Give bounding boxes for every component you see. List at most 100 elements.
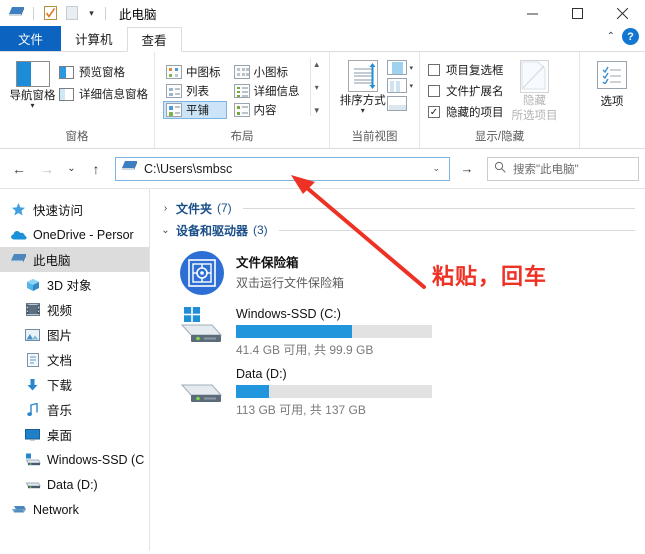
sidebar-item-quick-access[interactable]: 快速访问 — [0, 197, 149, 222]
maximize-button[interactable] — [555, 0, 600, 26]
window-title: 此电脑 — [119, 7, 157, 22]
chevron-down-icon[interactable]: ▾ — [409, 82, 413, 90]
hidden-items-option[interactable]: ✓ 隐藏的项目 — [428, 104, 504, 120]
search-placeholder: 搜索"此电脑" — [513, 163, 579, 176]
scroll-down-icon[interactable]: ▾ — [315, 83, 319, 93]
chevron-up-icon[interactable]: ⌃ — [607, 31, 615, 42]
chevron-down-icon[interactable]: ▾ — [361, 107, 365, 115]
file-list-pane[interactable]: › 文件夹 (7) ⌄ 设备和驱动器 (3) 文件保险箱 双击运行文件保险箱 W… — [150, 189, 645, 551]
sidebar-item-network[interactable]: Network — [0, 497, 149, 522]
checkbox-unchecked-icon[interactable] — [428, 85, 440, 97]
chevron-right-icon[interactable]: › — [160, 203, 171, 214]
sidebar-item-pictures[interactable]: 图片 — [0, 322, 149, 347]
sidebar-item-desktop[interactable]: 桌面 — [0, 422, 149, 447]
sidebar-item-windows-ssd[interactable]: Windows-SSD (C — [0, 447, 149, 472]
file-explorer-window: ▾ 此电脑 文件 计算机 查看 ⌃ ? 导航窗格 ▾ 预览窗格 详细信息窗格 窗… — [0, 0, 645, 551]
sidebar-label: 快速访问 — [33, 204, 84, 218]
tiles-icon — [166, 102, 182, 117]
chevron-down-icon[interactable]: ⌄ — [427, 163, 445, 174]
sidebar-item-this-pc[interactable]: 此电脑 — [0, 247, 149, 272]
view-details[interactable]: 详细信息 — [231, 82, 306, 100]
chevron-down-icon[interactable]: ⌄ — [160, 225, 171, 236]
sidebar-item-data-drive[interactable]: Data (D:) — [0, 472, 149, 497]
group-header-devices[interactable]: ⌄ 设备和驱动器 (3) — [160, 219, 645, 241]
sidebar-label: 文档 — [47, 354, 73, 368]
navigation-pane-icon — [15, 61, 50, 87]
help-button[interactable]: ? — [622, 28, 639, 45]
ribbon-group-layout-label: 布局 — [230, 131, 254, 143]
sidebar-item-documents[interactable]: 文档 — [0, 347, 149, 372]
scroll-up-icon[interactable]: ▲ — [313, 60, 321, 70]
capacity-bar-fill — [236, 325, 352, 338]
downloads-icon — [24, 376, 41, 393]
view-medium-icons[interactable]: 中图标 — [163, 63, 227, 81]
ribbon-group-current-view-label: 当前视图 — [351, 131, 398, 143]
view-medium-icons-label: 中图标 — [186, 66, 221, 79]
list-item[interactable]: Data (D:) 113 GB 可用, 共 137 GB — [160, 360, 645, 420]
item-title: 文件保险箱 — [236, 256, 299, 270]
sidebar-item-downloads[interactable]: 下载 — [0, 372, 149, 397]
star-icon — [10, 201, 27, 218]
sidebar-item-videos[interactable]: 视频 — [0, 297, 149, 322]
sidebar-item-onedrive[interactable]: OneDrive - Persor — [0, 222, 149, 247]
sidebar-item-3d-objects[interactable]: 3D 对象 — [0, 272, 149, 297]
list-item[interactable]: Windows-SSD (C:) 41.4 GB 可用, 共 99.9 GB — [160, 300, 645, 360]
size-all-columns-button[interactable]: ▾ — [387, 78, 413, 93]
tab-file[interactable]: 文件 — [0, 26, 62, 51]
back-button[interactable]: ← — [6, 156, 32, 182]
show-hide-checkbox-list: 项目复选框 文件扩展名 ✓ 隐藏的项目 — [428, 58, 504, 120]
capacity-bar — [236, 385, 432, 398]
sort-by-icon — [347, 60, 378, 92]
preview-pane-button[interactable]: 预览窗格 — [59, 64, 148, 80]
new-folder-icon[interactable] — [63, 4, 81, 22]
options-icon — [597, 61, 627, 89]
details-pane-button[interactable]: 详细信息窗格 — [59, 86, 148, 102]
tab-computer[interactable]: 计算机 — [61, 26, 127, 51]
scroll-more-icon[interactable]: ▼ — [313, 106, 321, 116]
list-item[interactable]: 文件保险箱 双击运行文件保险箱 — [160, 241, 645, 300]
grid-icon — [387, 96, 408, 111]
chevron-down-icon[interactable]: ▾ — [30, 102, 34, 110]
view-list[interactable]: 列表 — [163, 82, 227, 100]
hide-selected-items-button: 隐藏 所选项目 — [504, 58, 566, 123]
sidebar-label: 音乐 — [47, 404, 73, 418]
view-tiles[interactable]: 平铺 — [163, 100, 227, 119]
up-button[interactable]: ↑ — [83, 156, 109, 182]
drive-icon — [24, 476, 41, 493]
properties-icon[interactable] — [41, 4, 59, 22]
view-small-icons[interactable]: 小图标 — [231, 63, 306, 81]
network-icon — [10, 501, 27, 518]
recent-locations-button[interactable]: ⌄ — [62, 156, 81, 182]
checkbox-checked-icon[interactable]: ✓ — [428, 106, 440, 118]
view-content[interactable]: 内容 — [231, 101, 306, 119]
view-gallery-scrollbar[interactable]: ▲ ▾ ▼ — [309, 58, 324, 116]
chevron-down-icon[interactable]: ▾ — [85, 4, 98, 22]
tab-view[interactable]: 查看 — [126, 27, 182, 52]
file-extensions-option[interactable]: 文件扩展名 — [428, 83, 504, 99]
current-view-extra-button[interactable] — [387, 96, 413, 111]
qat-separator-2 — [105, 6, 106, 20]
address-path-input[interactable]: C:\Users\smbsc ⌄ — [115, 156, 450, 181]
minimize-button[interactable] — [510, 0, 555, 26]
sort-by-button[interactable]: 排序方式 ▾ — [338, 58, 387, 115]
ribbon-group-panes: 导航窗格 ▾ 预览窗格 详细信息窗格 窗格 — [0, 52, 155, 148]
sidebar-label: 视频 — [47, 304, 73, 318]
ribbon-tab-strip: 文件 计算机 查看 ⌃ ? — [0, 26, 645, 52]
sidebar-item-music[interactable]: 音乐 — [0, 397, 149, 422]
group-header-folders[interactable]: › 文件夹 (7) — [160, 197, 645, 219]
medium-icons-icon — [166, 64, 182, 79]
item-checkboxes-option[interactable]: 项目复选框 — [428, 62, 504, 78]
sidebar-label: Windows-SSD (C — [47, 452, 145, 467]
add-columns-button[interactable]: ▾ — [387, 60, 413, 75]
close-button[interactable] — [600, 0, 645, 26]
options-button[interactable]: 选项 — [586, 58, 638, 109]
forward-button[interactable]: → — [34, 156, 60, 182]
chevron-down-icon[interactable]: ▾ — [409, 64, 413, 72]
go-button[interactable]: → — [454, 157, 480, 181]
this-pc-icon[interactable] — [8, 4, 26, 22]
search-input[interactable]: 搜索"此电脑" — [487, 156, 639, 181]
navigation-pane-button[interactable]: 导航窗格 ▾ — [6, 58, 59, 110]
navigation-pane[interactable]: 快速访问 OneDrive - Persor 此电脑 3D 对象 视频 图片 文… — [0, 189, 150, 551]
view-content-label: 内容 — [253, 104, 277, 117]
checkbox-unchecked-icon[interactable] — [428, 64, 440, 76]
